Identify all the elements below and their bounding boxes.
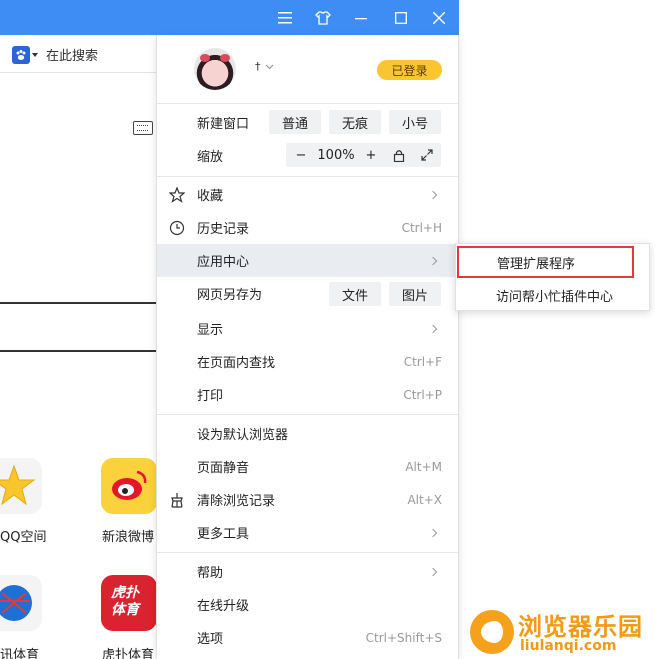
username[interactable]: † <box>255 60 274 73</box>
menu-item-label: 历史记录 <box>197 222 250 237</box>
app-label-weibo: 新浪微博 <box>102 530 155 545</box>
new-window-normal-button[interactable]: 普通 <box>269 110 321 134</box>
menu-item-label: 在页面内查找 <box>197 356 276 371</box>
chevron-right-icon <box>428 528 438 537</box>
app-label-hupu: 虎扑体育 <box>102 648 155 659</box>
zoom-label: 缩放 <box>197 150 224 165</box>
avatar[interactable] <box>194 48 236 90</box>
zoom-in-button[interactable]: + <box>356 143 386 167</box>
watermark-logo-icon <box>470 610 514 654</box>
submenu-item-manage-extensions[interactable]: 管理扩展程序 <box>457 246 634 278</box>
divider <box>157 176 458 177</box>
shortcut-text: Alt+M <box>405 459 442 474</box>
baidu-paw-icon[interactable] <box>12 45 30 64</box>
chevron-down-icon[interactable] <box>32 52 38 57</box>
divider <box>157 552 458 553</box>
chevron-right-icon <box>428 324 438 333</box>
menu-item-label: 更多工具 <box>197 527 250 542</box>
menu-item-print[interactable]: 打印 Ctrl+P <box>157 378 458 411</box>
menu-item-label: 网页另存为 <box>197 288 263 303</box>
chevron-right-icon <box>428 256 438 265</box>
chevron-down-icon <box>265 64 273 69</box>
divider <box>0 302 156 304</box>
search-bar[interactable]: 在此搜索 <box>0 37 156 73</box>
shortcut-text: Ctrl+F <box>403 354 442 369</box>
profile-header: † 已登录 <box>157 35 458 103</box>
menu-item-find[interactable]: 在页面内查找 Ctrl+F <box>157 345 458 378</box>
hupu-tile[interactable]: 虎扑 体育 <box>101 575 157 631</box>
login-status-badge[interactable]: 已登录 <box>377 60 442 80</box>
clock-icon <box>169 220 185 236</box>
menu-item-mute[interactable]: 页面静音 Alt+M <box>157 450 458 483</box>
menu-item-label: 帮助 <box>197 566 224 581</box>
menu-icon[interactable] <box>266 0 304 35</box>
menu-item-help[interactable]: 帮助 <box>157 555 458 588</box>
menu-item-app-center[interactable]: 应用中心 <box>157 244 458 277</box>
divider <box>157 103 458 104</box>
menu-item-display[interactable]: 显示 <box>157 312 458 345</box>
menu-item-options[interactable]: 选项 Ctrl+Shift+S <box>157 621 458 654</box>
watermark-title: 浏览器乐园 <box>518 613 643 641</box>
new-window-alt-account-button[interactable]: 小号 <box>389 110 441 134</box>
chevron-right-icon <box>428 567 438 576</box>
menu-item-label: 选项 <box>197 632 224 647</box>
menu-item-more-tools[interactable]: 更多工具 <box>157 516 458 549</box>
save-as-image-button[interactable]: 图片 <box>389 282 441 306</box>
menu-item-favorites[interactable]: 收藏 <box>157 178 458 211</box>
divider <box>0 350 156 352</box>
hupu-logo-text: 虎扑 体育 <box>111 585 139 618</box>
shortcut-text: Ctrl+P <box>403 387 442 402</box>
menu-item-label: 收藏 <box>197 189 224 204</box>
app-label-sports: 讯体育 <box>0 648 40 659</box>
title-bar <box>0 0 459 35</box>
broom-icon <box>169 492 185 508</box>
watermark-site: liulanqi.com <box>520 638 617 654</box>
menu-item-label: 设为默认浏览器 <box>197 428 289 443</box>
menu-item-label: 打印 <box>197 389 224 404</box>
qzone-tile[interactable] <box>0 458 42 514</box>
app-label-qzone: QQ空间 <box>0 530 47 545</box>
zoom-control: − 100% + <box>286 143 441 167</box>
keyboard-icon[interactable] <box>133 121 153 135</box>
menu-item-history[interactable]: 历史记录 Ctrl+H <box>157 211 458 244</box>
menu-item-label: 应用中心 <box>197 255 250 270</box>
menu-item-label: 页面静音 <box>197 461 250 476</box>
shortcut-text: Alt+X <box>407 492 442 507</box>
menu-item-online-upgrade[interactable]: 在线升级 <box>157 588 458 621</box>
save-as-file-button[interactable]: 文件 <box>329 282 381 306</box>
fullscreen-icon[interactable] <box>412 143 441 167</box>
close-icon[interactable] <box>420 0 458 35</box>
search-input[interactable]: 在此搜索 <box>46 45 98 64</box>
new-window-incognito-button[interactable]: 无痕 <box>329 110 381 134</box>
browser-main-menu: † 已登录 新建窗口 普通 无痕 小号 缩放 − 100% + 收藏 历史记录 … <box>156 35 459 659</box>
submenu-item-plugin-center[interactable]: 访问帮小忙插件中心 <box>456 279 649 312</box>
maximize-icon[interactable] <box>382 0 420 35</box>
zoom-level: 100% <box>317 147 355 163</box>
shortcut-text: Ctrl+H <box>401 220 442 235</box>
weibo-tile[interactable] <box>101 458 157 514</box>
shortcut-text: Ctrl+Shift+S <box>365 630 442 645</box>
skin-icon[interactable] <box>304 0 342 35</box>
menu-item-label: 显示 <box>197 323 224 338</box>
new-window-label: 新建窗口 <box>197 117 250 132</box>
app-center-submenu: 管理扩展程序 访问帮小忙插件中心 <box>455 243 650 311</box>
chevron-right-icon <box>428 190 438 199</box>
divider <box>157 414 458 415</box>
minimize-icon[interactable] <box>342 0 380 35</box>
sports-tile[interactable] <box>0 575 42 631</box>
menu-item-clear-history[interactable]: 清除浏览记录 Alt+X <box>157 483 458 516</box>
menu-item-label: 在线升级 <box>197 599 250 614</box>
star-icon <box>169 186 185 203</box>
zoom-out-button[interactable]: − <box>286 143 316 167</box>
menu-item-label: 清除浏览记录 <box>197 494 276 509</box>
lock-icon[interactable] <box>386 143 412 167</box>
watermark: 浏览器乐园 liulanqi.com <box>470 607 655 659</box>
menu-item-set-default[interactable]: 设为默认浏览器 <box>157 417 458 450</box>
